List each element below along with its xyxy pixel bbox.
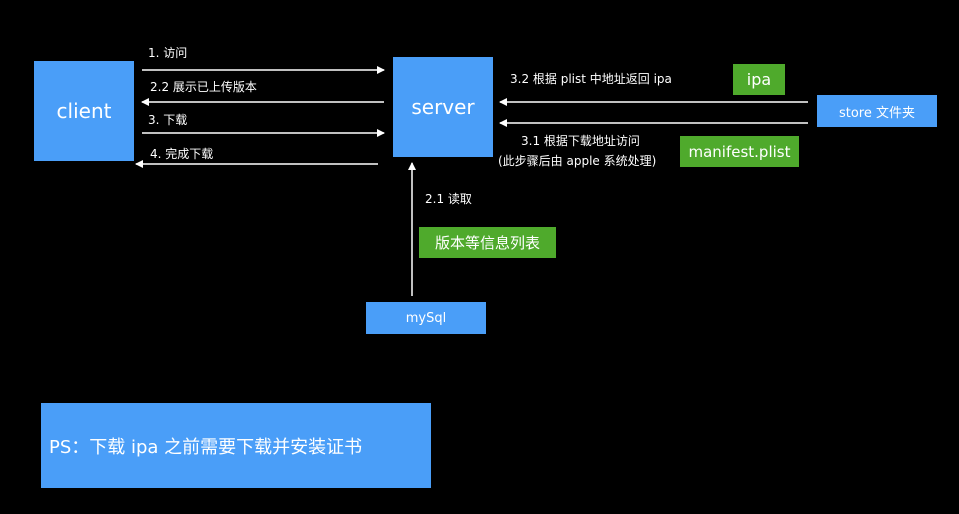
server-node-label: server: [411, 95, 475, 119]
ipa-tag-label: ipa: [746, 70, 772, 89]
store-folder-node: store 文件夹: [817, 95, 937, 127]
mysql-node-label: mySql: [405, 310, 447, 326]
server-node: server: [393, 57, 493, 157]
mysql-node: mySql: [366, 302, 486, 334]
ps-note-box: PS：下载 ipa 之前需要下载并安装证书: [41, 403, 431, 488]
edge-label-visit: 1. 访问: [148, 46, 188, 60]
edge-label-show-version: 2.2 展示已上传版本: [150, 80, 257, 94]
manifest-plist-tag-label: manifest.plist: [688, 142, 791, 161]
edge-label-download-done: 4. 完成下载: [150, 147, 214, 161]
client-node-label: client: [56, 99, 112, 123]
edge-label-read: 2.1 读取: [425, 192, 472, 206]
version-list-tag: 版本等信息列表: [419, 227, 556, 258]
ipa-tag: ipa: [733, 64, 785, 95]
store-folder-node-label: store 文件夹: [838, 105, 915, 121]
ps-note-text: PS：下载 ipa 之前需要下载并安装证书: [49, 436, 363, 458]
client-node: client: [34, 61, 134, 161]
edge-label-return-ipa: 3.2 根据 plist 中地址返回 ipa: [510, 72, 672, 86]
edge-label-manifest-visit: 3.1 根据下载地址访问: [521, 134, 640, 148]
version-list-tag-label: 版本等信息列表: [434, 234, 540, 252]
edge-label-manifest-note: (此步骤后由 apple 系统处理): [498, 154, 657, 168]
manifest-plist-tag: manifest.plist: [680, 136, 799, 167]
diagram-canvas: client server store 文件夹 mySql ipa manife…: [0, 0, 959, 514]
edge-label-download: 3. 下载: [148, 113, 188, 127]
